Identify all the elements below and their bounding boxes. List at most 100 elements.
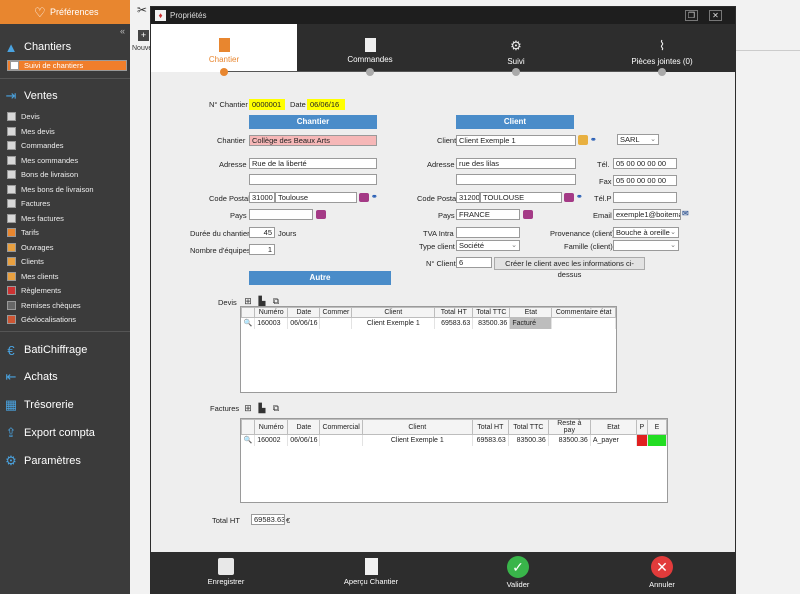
- column-header[interactable]: Date: [287, 307, 321, 318]
- save-button[interactable]: Enregistrer: [191, 552, 261, 594]
- sidebar-section-ventes[interactable]: ⇥ Ventes: [0, 82, 130, 110]
- tel-field[interactable]: 05 00 00 00 00: [613, 158, 677, 169]
- print-icon[interactable]: ▙: [257, 403, 267, 413]
- adresse-field[interactable]: Rue de la liberté: [249, 158, 377, 169]
- column-header[interactable]: Etat: [509, 307, 553, 318]
- column-header[interactable]: Numéro: [254, 419, 289, 435]
- sidebar-item-suivi-chantiers[interactable]: Suivi de chantiers: [7, 60, 127, 71]
- column-header[interactable]: Commentaire état: [551, 307, 616, 318]
- provenance-select[interactable]: Bouche à oreille ⌄: [613, 227, 679, 238]
- sidebar-item-mes-bons-livraison[interactable]: Mes bons de livraison: [7, 183, 127, 195]
- column-header[interactable]: Reste à pay: [547, 419, 591, 435]
- client-pays-field[interactable]: FRANCE: [456, 209, 520, 220]
- sidebar-item-tarifs[interactable]: Tarifs: [7, 226, 127, 238]
- table-row[interactable]: 🔍 160003 06/06/16 Client Exemple 1 69583…: [241, 317, 616, 329]
- sidebar-item-clients[interactable]: Clients: [7, 255, 127, 267]
- no-chantier-field[interactable]: 0000001: [249, 99, 285, 110]
- send-email-icon[interactable]: ✉: [682, 209, 693, 219]
- close-window-button[interactable]: ✕: [709, 10, 722, 21]
- window-titlebar[interactable]: ♦ Propriétés: [151, 7, 735, 24]
- cancel-button[interactable]: ✕ Annuler: [632, 552, 692, 594]
- column-header[interactable]: P: [635, 419, 648, 435]
- client-ville-field[interactable]: TOULOUSE: [480, 192, 562, 203]
- equipes-field[interactable]: 1: [249, 244, 275, 255]
- column-header[interactable]: Total TTC: [507, 419, 549, 435]
- client-type-select[interactable]: SARL ⌄: [617, 134, 659, 145]
- preview-button[interactable]: Aperçu Chantier: [331, 552, 411, 594]
- client-field[interactable]: Client Exemple 1: [456, 135, 576, 146]
- sidebar-item-bons-livraison[interactable]: Bons de livraison: [7, 168, 127, 180]
- adresse2-field[interactable]: [249, 174, 377, 185]
- print-icon[interactable]: ▙: [257, 296, 267, 306]
- pays-field[interactable]: [249, 209, 313, 220]
- chantier-name-field[interactable]: Collège des Beaux Arts: [249, 135, 377, 146]
- column-header[interactable]: Total HT: [471, 419, 509, 435]
- code-postal-field[interactable]: 31000: [249, 192, 275, 203]
- client-adresse2-field[interactable]: [456, 174, 576, 185]
- sidebar-item-remises-cheques[interactable]: Remises chèques: [7, 299, 127, 311]
- type-client-select[interactable]: Société ⌄: [456, 240, 520, 251]
- sidebar-item-geolocalisations[interactable]: Géolocalisations: [7, 313, 127, 325]
- famille-select[interactable]: ⌄: [613, 240, 679, 251]
- add-row-icon[interactable]: ⊞: [243, 296, 253, 306]
- sidebar-item-devis[interactable]: Devis: [7, 110, 127, 122]
- sidebar-section-achats[interactable]: ⇤ Achats: [0, 363, 130, 391]
- no-client-field[interactable]: 6: [456, 257, 492, 268]
- export-menu-icon[interactable]: ⧉: [271, 403, 281, 413]
- magnifier-icon[interactable]: 🔍: [241, 434, 256, 446]
- binoculars-icon[interactable]: ⚭: [590, 135, 601, 145]
- book-icon[interactable]: [523, 210, 533, 219]
- column-header[interactable]: Etat: [589, 419, 637, 435]
- sidebar-section-batichiffrage[interactable]: € BatiChiffrage: [0, 336, 130, 364]
- sidebar-section-parametres[interactable]: ⚙ Paramètres: [0, 447, 130, 475]
- column-header[interactable]: Client: [351, 307, 436, 318]
- tva-field[interactable]: [456, 227, 520, 238]
- sidebar-item-mes-factures[interactable]: Mes factures: [7, 212, 127, 224]
- client-adresse-field[interactable]: rue des lilas: [456, 158, 576, 169]
- preferences-button[interactable]: ♡ Préférences: [0, 0, 130, 24]
- create-client-button[interactable]: Créer le client avec les informations ci…: [494, 257, 645, 279]
- book-icon[interactable]: [316, 210, 326, 219]
- sidebar-item-mes-commandes[interactable]: Mes commandes: [7, 154, 127, 166]
- validate-button[interactable]: ✓ Valider: [488, 552, 548, 594]
- tab-chantier[interactable]: Chantier: [151, 24, 297, 72]
- column-header[interactable]: Commercial: [319, 419, 363, 435]
- user-icon[interactable]: [578, 135, 588, 145]
- ville-field[interactable]: Toulouse: [275, 192, 357, 203]
- client-code-postal-field[interactable]: 31200: [456, 192, 480, 203]
- telp-field[interactable]: [613, 192, 677, 203]
- column-header[interactable]: Total TTC: [472, 307, 511, 318]
- binoculars-icon[interactable]: ⚭: [371, 192, 382, 202]
- duree-field[interactable]: 45: [249, 227, 275, 238]
- column-header[interactable]: Commer: [319, 307, 353, 318]
- export-menu-icon[interactable]: ⧉: [271, 296, 281, 306]
- sidebar-item-mes-clients[interactable]: Mes clients: [7, 270, 127, 282]
- binoculars-icon[interactable]: ⚭: [576, 192, 587, 202]
- sidebar-item-mes-devis[interactable]: Mes devis: [7, 125, 127, 137]
- add-row-icon[interactable]: ⊞: [243, 403, 253, 413]
- column-header[interactable]: Total HT: [434, 307, 474, 318]
- tools-icon[interactable]: ✂: [137, 3, 147, 17]
- date-field[interactable]: 06/06/16: [307, 99, 345, 110]
- book-icon[interactable]: [359, 193, 369, 202]
- column-header[interactable]: Client: [361, 419, 473, 435]
- book-icon[interactable]: [564, 193, 574, 202]
- add-icon[interactable]: +: [138, 30, 149, 41]
- sidebar-item-reglements[interactable]: Règlements: [7, 284, 127, 296]
- tab-suivi[interactable]: ⚙ Suivi: [443, 24, 589, 72]
- sidebar-section-chantiers[interactable]: ▲ Chantiers: [0, 33, 130, 61]
- tab-pieces-jointes[interactable]: ⌇ Pièces jointes (0): [589, 24, 735, 72]
- email-field[interactable]: exemple1@boitemail: [613, 209, 681, 220]
- column-header[interactable]: E: [646, 419, 668, 435]
- column-header[interactable]: Date: [287, 419, 321, 435]
- restore-button[interactable]: ❐: [685, 10, 698, 21]
- table-row[interactable]: 🔍 160002 06/06/16 Client Exemple 1 69583…: [241, 434, 668, 446]
- sidebar-section-tresorerie[interactable]: ▦ Trésorerie: [0, 391, 130, 419]
- sidebar-item-commandes[interactable]: Commandes: [7, 139, 127, 151]
- sidebar-section-export-compta[interactable]: ⇪ Export compta: [0, 419, 130, 447]
- column-header[interactable]: Numéro: [254, 307, 289, 318]
- sidebar-item-ouvrages[interactable]: Ouvrages: [7, 241, 127, 253]
- magnifier-icon[interactable]: 🔍: [241, 317, 256, 329]
- fax-field[interactable]: 05 00 00 00 00: [613, 175, 677, 186]
- tab-commandes[interactable]: Commandes: [297, 24, 443, 72]
